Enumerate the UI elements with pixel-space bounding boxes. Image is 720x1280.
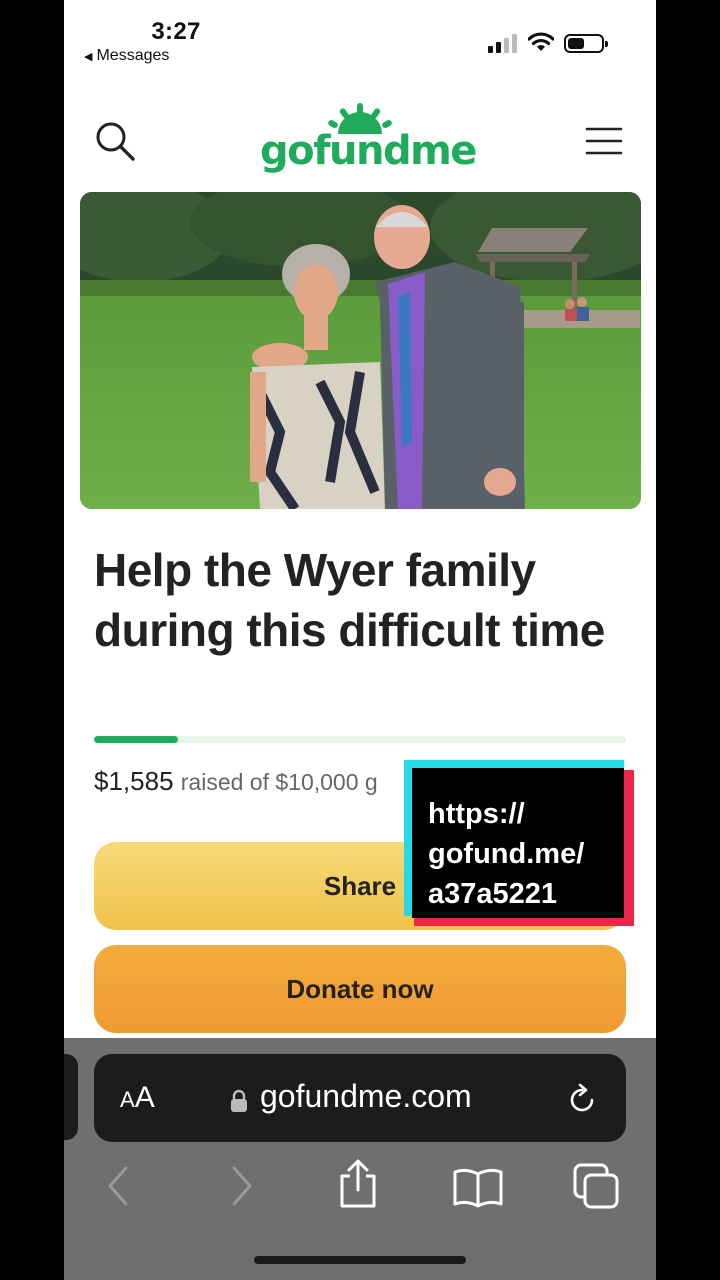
previous-tab-edge[interactable]: [64, 1054, 78, 1140]
link-overlay-text: https:// gofund.me/ a37a5221: [412, 768, 624, 918]
back-to-messages[interactable]: ◀ Messages: [84, 47, 169, 65]
home-indicator[interactable]: [254, 1256, 466, 1264]
tabs-icon[interactable]: [572, 1162, 620, 1210]
overlay-line: https://: [428, 798, 525, 830]
gofundme-logo[interactable]: gofundme: [260, 100, 477, 180]
wifi-icon: [528, 32, 554, 51]
raised-amount: $1,585: [94, 766, 174, 796]
funding-progress-fill: [94, 736, 179, 743]
campaign-title: Help the Wyer family during this difficu…: [94, 544, 605, 656]
status-time: 3:27: [151, 18, 201, 45]
overlay-line: gofund.me/: [428, 838, 585, 870]
url-text: gofundme.com: [260, 1078, 472, 1114]
logo-wordmark: gofundme: [260, 128, 477, 174]
back-label: Messages: [96, 47, 170, 64]
campaign-photo: [80, 192, 641, 509]
raised-goal-text: raised of $10,000 g: [180, 769, 378, 795]
back-triangle-icon: ◀: [84, 51, 93, 63]
hamburger-menu-icon[interactable]: [584, 124, 624, 158]
cellular-signal-icon: [488, 33, 520, 53]
battery-icon: [564, 34, 608, 53]
back-chevron-icon[interactable]: [104, 1164, 134, 1208]
text-size-button[interactable]: AA: [120, 1081, 155, 1115]
raised-summary: $1,585 raised of $10,000 g: [94, 766, 378, 797]
donate-now-button[interactable]: Donate now: [94, 945, 626, 1033]
share-sheet-icon[interactable]: [336, 1158, 380, 1210]
search-icon[interactable]: [94, 120, 136, 162]
bookmarks-icon[interactable]: [452, 1166, 504, 1208]
phone-screen: 3:27 ◀ Messages gofundme Help the Wyer f…: [64, 0, 656, 1280]
browser-toolbar: AA gofundme.com: [64, 1038, 656, 1280]
address-bar[interactable]: AA gofundme.com: [94, 1054, 626, 1142]
reload-icon[interactable]: [564, 1082, 600, 1118]
lock-icon: [231, 1089, 247, 1112]
forward-chevron-icon[interactable]: [226, 1164, 256, 1208]
overlay-line: a37a5221: [428, 878, 558, 910]
link-overlay-sticker: https:// gofund.me/ a37a5221: [404, 760, 634, 926]
funding-progress-bar: [94, 736, 626, 743]
